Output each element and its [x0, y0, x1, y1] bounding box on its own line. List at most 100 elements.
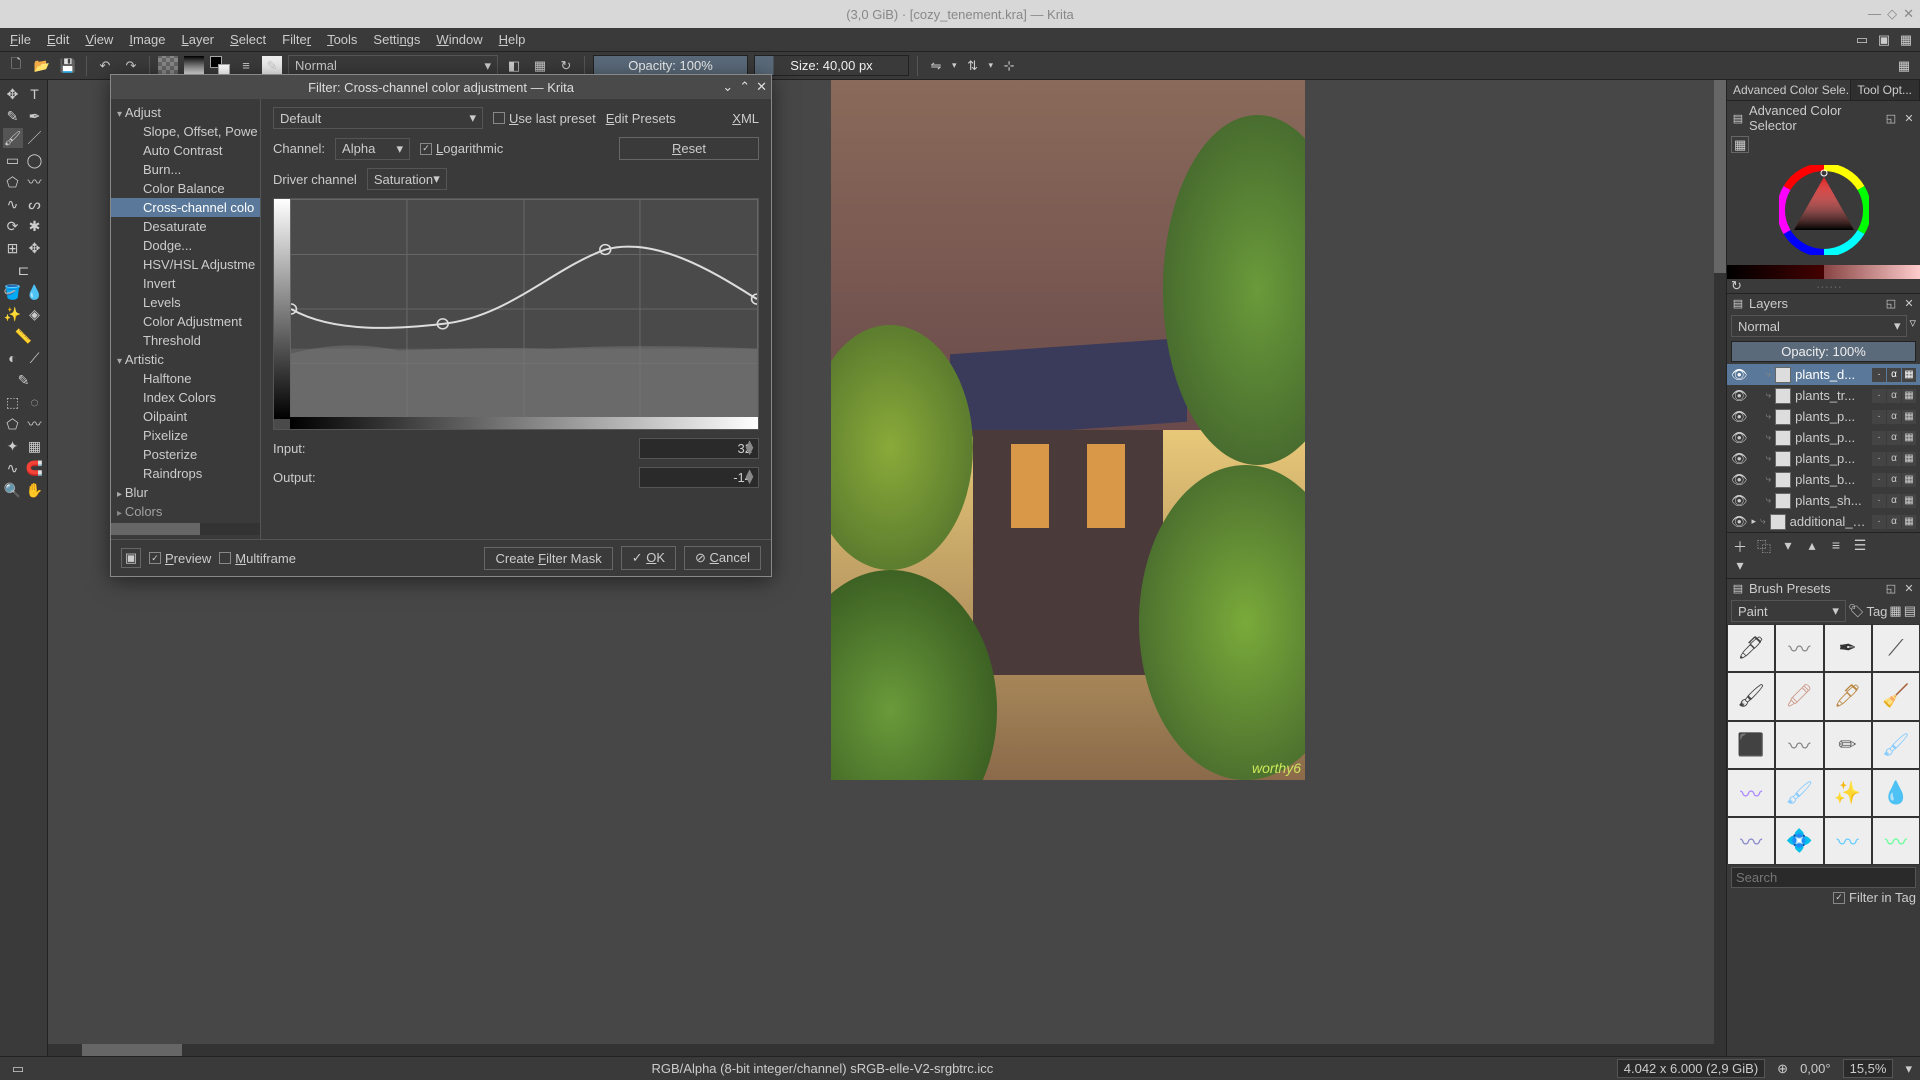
status-zoom-dropdown-icon[interactable]: ▾ — [1905, 1061, 1912, 1077]
layer-alpha-icon[interactable]: α — [1887, 410, 1901, 424]
shape-edit-tool[interactable]: ✎ — [3, 106, 23, 126]
brush-preset[interactable]: 〰 — [1872, 817, 1920, 865]
dialog-expand-icon[interactable]: ⌃ — [739, 79, 750, 95]
select-bezier-tool[interactable]: ∿ — [3, 458, 23, 478]
select-contiguous-tool[interactable]: ✦ — [3, 436, 23, 456]
select-ellipse-tool[interactable]: ◌ — [25, 392, 45, 412]
multiframe-check[interactable]: Multiframe — [219, 551, 296, 566]
measure-tool[interactable]: 📏 — [14, 326, 34, 346]
redo-icon[interactable]: ↷ — [121, 56, 141, 76]
fill-tool[interactable]: 🪣 — [3, 282, 23, 302]
filter-item-auto-contrast[interactable]: Auto Contrast — [111, 141, 260, 160]
brush-view-grid-icon[interactable]: ▦ — [1889, 603, 1901, 619]
layer-misc-icon[interactable]: ▦ — [1902, 368, 1916, 382]
layer-extra-icon[interactable]: ⤷ — [1766, 495, 1772, 506]
color-wheel[interactable] — [1727, 155, 1920, 265]
filter-item-oilpaint[interactable]: Oilpaint — [111, 407, 260, 426]
eraser-icon[interactable]: ◧ — [504, 56, 524, 76]
filter-item-color-balance[interactable]: Color Balance — [111, 179, 260, 198]
layer-visibility-icon[interactable]: 👁 — [1731, 388, 1748, 404]
layer-misc-icon[interactable]: ▦ — [1902, 473, 1916, 487]
layer-visibility-icon[interactable]: 👁 — [1731, 430, 1748, 446]
layer-alpha-icon[interactable]: α — [1887, 368, 1901, 382]
brush-view-list-icon[interactable]: ▤ — [1904, 603, 1916, 619]
annotation-tool[interactable]: ✎ — [14, 370, 34, 390]
color-picker-tool[interactable]: 💧 — [25, 282, 45, 302]
preview-check[interactable]: ✓Preview — [149, 551, 211, 566]
freehand-path-tool[interactable]: ᔕ — [25, 194, 45, 214]
layers-list-icon[interactable]: ▤ — [1731, 297, 1745, 311]
workspace-icon[interactable]: ▦ — [1894, 56, 1914, 76]
wrap-icon[interactable]: ⊹ — [999, 56, 1019, 76]
tab-color-selector[interactable]: Advanced Color Sele... — [1727, 80, 1851, 100]
polyline-tool[interactable]: 〰 — [25, 172, 45, 192]
layer-visibility-icon[interactable]: 👁 — [1731, 451, 1748, 467]
move-tool[interactable]: ✥ — [3, 84, 23, 104]
smart-fill-tool[interactable]: ✨ — [3, 304, 23, 324]
layer-extra-icon[interactable]: ⤷ — [1766, 369, 1772, 380]
layer-row[interactable]: 👁⤷plants_p...·α▦ — [1727, 427, 1920, 448]
brush-tool[interactable]: 🖌 — [3, 128, 23, 148]
polygon-tool[interactable]: ⬠ — [3, 172, 23, 192]
rect-tool[interactable]: ▭ — [3, 150, 23, 170]
layer-visibility-icon[interactable]: 👁 — [1731, 409, 1748, 425]
brush-search-input[interactable] — [1731, 867, 1916, 888]
layer-row[interactable]: 👁⤷plants_p...·α▦ — [1727, 406, 1920, 427]
filter-item-slope-offset-powe[interactable]: Slope, Offset, Powe — [111, 122, 260, 141]
save-file-icon[interactable]: 💾 — [58, 56, 78, 76]
pattern-tool[interactable]: ⟋ — [25, 348, 45, 368]
status-zoom[interactable]: 15,5% — [1843, 1059, 1894, 1078]
layer-extra-icon[interactable]: ⤷ — [1766, 432, 1772, 443]
brush-preset[interactable]: 🖌 — [1775, 769, 1823, 817]
layer-alpha-icon[interactable]: α — [1887, 473, 1901, 487]
window-close-icon[interactable]: ✕ — [1903, 6, 1914, 22]
layers-close-icon[interactable]: ✕ — [1902, 297, 1916, 311]
new-file-icon[interactable]: 🗋 — [6, 56, 26, 76]
dialog-collapse-icon[interactable]: ⌄ — [722, 79, 733, 95]
driver-combo[interactable]: Saturation▾ — [367, 168, 447, 190]
preset-combo[interactable]: Default▾ — [273, 107, 483, 129]
layer-lock-icon[interactable]: · — [1872, 473, 1886, 487]
reload-brush-icon[interactable]: ↻ — [556, 56, 576, 76]
filter-in-tag-check[interactable]: ✓Filter in Tag — [1833, 890, 1916, 905]
layer-lock-icon[interactable]: · — [1872, 389, 1886, 403]
layer-row[interactable]: 👁⤷plants_d...·α▦ — [1727, 364, 1920, 385]
brush-preset[interactable]: 〰 — [1775, 624, 1823, 672]
layer-filter-icon[interactable]: ▿ — [1909, 315, 1916, 337]
layers-float-icon[interactable]: ◱ — [1884, 297, 1898, 311]
input-spinbox[interactable]: 32▲▼ — [639, 438, 759, 459]
filter-item-cross-channel-colo[interactable]: Cross-channel colo — [111, 198, 260, 217]
layer-blend-combo[interactable]: Normal▾ — [1731, 315, 1907, 337]
brush-float-icon[interactable]: ◱ — [1884, 582, 1898, 596]
select-free-tool[interactable]: 〰 — [25, 414, 45, 434]
menu-image[interactable]: Image — [123, 30, 171, 49]
crop-tool[interactable]: ⊏ — [14, 260, 34, 280]
text-tool[interactable]: T — [25, 84, 45, 104]
layer-misc-icon[interactable]: ▦ — [1902, 452, 1916, 466]
output-spinbox[interactable]: -14▲▼ — [639, 467, 759, 488]
alpha-lock-icon[interactable]: ▦ — [530, 56, 550, 76]
filter-item-hsv-hsl-adjustme[interactable]: HSV/HSL Adjustme — [111, 255, 260, 274]
shade-gradient-1[interactable] — [1727, 265, 1824, 279]
brush-preset[interactable]: 💠 — [1775, 817, 1823, 865]
dialog-titlebar[interactable]: Filter: Cross-channel color adjustment —… — [111, 75, 771, 99]
layer-row[interactable]: 👁⤷plants_sh...·α▦ — [1727, 490, 1920, 511]
select-rect-tool[interactable]: ⬚ — [3, 392, 23, 412]
shade-gradient-2[interactable] — [1824, 265, 1920, 279]
tray-icon-2[interactable]: ▣ — [1874, 30, 1894, 50]
layer-extra-icon[interactable]: ⤷ — [1766, 390, 1772, 401]
layer-misc-icon[interactable]: ▦ — [1902, 410, 1916, 424]
transform-tool[interactable]: ⊞ — [3, 238, 23, 258]
pattern-swatch-icon[interactable] — [158, 56, 178, 76]
select-similar-tool[interactable]: ▦ — [25, 436, 45, 456]
brush-preset[interactable]: 🖊 — [1727, 624, 1775, 672]
layer-visibility-icon[interactable]: 👁 — [1731, 493, 1748, 509]
brush-settings-icon[interactable]: ≡ — [236, 56, 256, 76]
brush-preset[interactable]: 🖊 — [1824, 672, 1872, 720]
layer-menu-icon[interactable]: ☰ — [1851, 537, 1869, 574]
filter-item-levels[interactable]: Levels — [111, 293, 260, 312]
menu-window[interactable]: Window — [430, 30, 488, 49]
brush-preset[interactable]: ✒ — [1824, 624, 1872, 672]
filter-cat-artistic[interactable]: Artistic — [111, 350, 260, 369]
curve-editor[interactable] — [273, 198, 759, 430]
